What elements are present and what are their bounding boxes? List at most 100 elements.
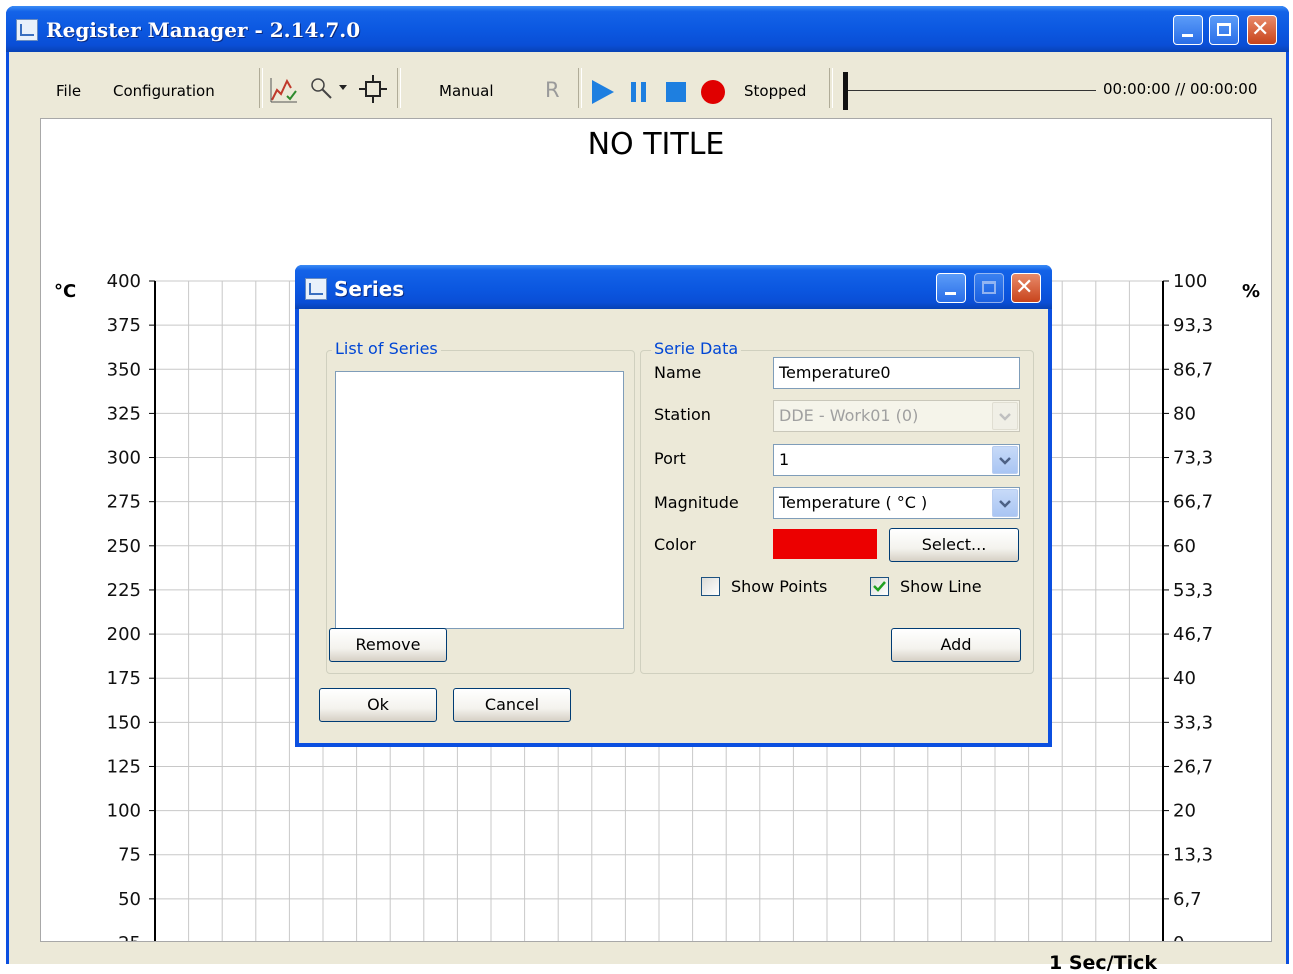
left-tick-label: 400 — [107, 271, 141, 292]
pan-icon[interactable] — [358, 74, 388, 104]
status-text: Stopped — [744, 82, 807, 100]
right-tick-label: 53,3 — [1173, 580, 1213, 601]
right-tick-label: 33,3 — [1173, 712, 1213, 733]
chevron-down-icon — [999, 457, 1011, 465]
right-tick-label: 93,3 — [1173, 315, 1213, 336]
name-input[interactable]: Temperature0 — [773, 357, 1020, 389]
show-line-checkbox[interactable] — [870, 577, 889, 596]
menu-file[interactable]: File — [56, 82, 81, 100]
show-line-label[interactable]: Show Line — [900, 577, 982, 596]
menu-configuration[interactable]: Configuration — [113, 82, 215, 100]
chevron-down-icon — [999, 413, 1011, 421]
right-tick-label: 66,7 — [1173, 492, 1213, 513]
title-bar[interactable]: Register Manager - 2.14.7.0 ✕ — [6, 6, 1289, 52]
app-icon — [16, 19, 38, 41]
left-tick-label: 100 — [107, 801, 141, 822]
right-tick-label: 60 — [1173, 536, 1196, 557]
magnitude-select[interactable]: Temperature ( °C ) — [773, 487, 1020, 519]
maximize-icon — [1217, 23, 1231, 36]
port-value: 1 — [779, 450, 790, 469]
cancel-button[interactable]: Cancel — [453, 688, 571, 722]
minimize-icon — [1182, 34, 1193, 37]
dialog-body: List of Series Remove Serie Data Name Te… — [299, 309, 1048, 743]
zoom-icon[interactable] — [309, 76, 335, 102]
chart-tool-icon[interactable] — [269, 76, 299, 104]
station-label: Station — [654, 405, 711, 424]
color-label: Color — [654, 535, 696, 554]
right-tick-label: 6,7 — [1173, 889, 1202, 910]
chevron-down-icon — [999, 500, 1011, 508]
right-tick-label: 80 — [1173, 403, 1196, 424]
magnitude-value: Temperature ( °C ) — [779, 493, 928, 512]
stop-icon[interactable] — [665, 81, 687, 103]
close-icon: ✕ — [1015, 275, 1034, 300]
dialog-maximize-button — [974, 273, 1004, 303]
play-icon[interactable] — [590, 79, 616, 105]
left-tick-label: 75 — [118, 845, 141, 866]
minimize-icon — [945, 292, 956, 295]
magnitude-dropdown-button[interactable] — [992, 489, 1018, 517]
left-tick-label: 125 — [107, 756, 141, 777]
left-tick-label: 350 — [107, 359, 141, 380]
left-tick-label: 50 — [118, 889, 141, 910]
x-axis-label: 1 Sec/Tick — [1049, 952, 1157, 974]
timeline-slider-thumb[interactable] — [843, 72, 848, 110]
list-of-series-label: List of Series — [332, 339, 441, 358]
left-tick-label: 250 — [107, 536, 141, 557]
window-title: Register Manager - 2.14.7.0 — [46, 18, 361, 42]
minimize-button[interactable] — [1173, 15, 1203, 45]
zoom-dropdown-icon[interactable] — [339, 85, 349, 93]
select-color-button[interactable]: Select... — [889, 528, 1019, 562]
right-tick-label: 46,7 — [1173, 624, 1213, 645]
left-tick-label: 300 — [107, 448, 141, 469]
dialog-minimize-button[interactable] — [936, 273, 966, 303]
left-tick-label: 175 — [107, 668, 141, 689]
pause-icon[interactable] — [628, 81, 650, 103]
left-tick-label: 375 — [107, 315, 141, 336]
close-button[interactable]: ✕ — [1247, 15, 1277, 45]
right-tick-label: 73,3 — [1173, 448, 1213, 469]
dialog-title-bar[interactable]: Series ✕ — [295, 265, 1052, 309]
series-dialog: Series ✕ List of Series Remove Serie Dat… — [295, 265, 1052, 747]
right-tick-label: 26,7 — [1173, 756, 1213, 777]
right-tick-label: 86,7 — [1173, 359, 1213, 380]
series-listbox[interactable] — [335, 371, 624, 629]
mode-label[interactable]: Manual — [439, 82, 494, 100]
left-tick-label: 325 — [107, 403, 141, 424]
right-tick-label: 0 — [1173, 933, 1184, 941]
record-icon[interactable] — [699, 78, 727, 106]
station-value: DDE - Work01 (0) — [779, 406, 919, 425]
left-tick-label: 150 — [107, 712, 141, 733]
port-select[interactable]: 1 — [773, 444, 1020, 476]
show-points-label[interactable]: Show Points — [731, 577, 827, 596]
name-label: Name — [654, 363, 702, 382]
time-readout: 00:00:00 // 00:00:00 — [1103, 80, 1258, 98]
right-tick-label: 100 — [1173, 271, 1207, 292]
dialog-title: Series — [334, 277, 405, 301]
check-icon — [873, 581, 886, 592]
station-dropdown-button — [992, 402, 1018, 430]
record-letter[interactable]: R — [545, 78, 560, 102]
close-icon: ✕ — [1251, 17, 1270, 42]
left-tick-label: 225 — [107, 580, 141, 601]
port-dropdown-button[interactable] — [992, 446, 1018, 474]
timeline-track[interactable] — [848, 90, 1096, 91]
color-swatch — [773, 529, 877, 559]
dialog-close-button[interactable]: ✕ — [1011, 273, 1041, 303]
right-tick-label: 20 — [1173, 801, 1196, 822]
toolbar-separator — [397, 68, 401, 108]
add-button[interactable]: Add — [891, 628, 1021, 662]
show-points-checkbox[interactable] — [701, 577, 720, 596]
left-tick-label: 25 — [118, 933, 141, 941]
ok-button[interactable]: Ok — [319, 688, 437, 722]
dialog-app-icon — [305, 278, 327, 300]
toolbar-separator — [578, 68, 582, 108]
port-label: Port — [654, 449, 686, 468]
maximize-button[interactable] — [1209, 15, 1239, 45]
serie-data-label: Serie Data — [651, 339, 742, 358]
remove-button[interactable]: Remove — [329, 628, 447, 662]
left-tick-label: 200 — [107, 624, 141, 645]
toolbar-separator — [259, 68, 263, 108]
right-tick-label: 40 — [1173, 668, 1196, 689]
toolbar: File Configuration Manual R Stopped 00:0… — [9, 52, 1286, 112]
